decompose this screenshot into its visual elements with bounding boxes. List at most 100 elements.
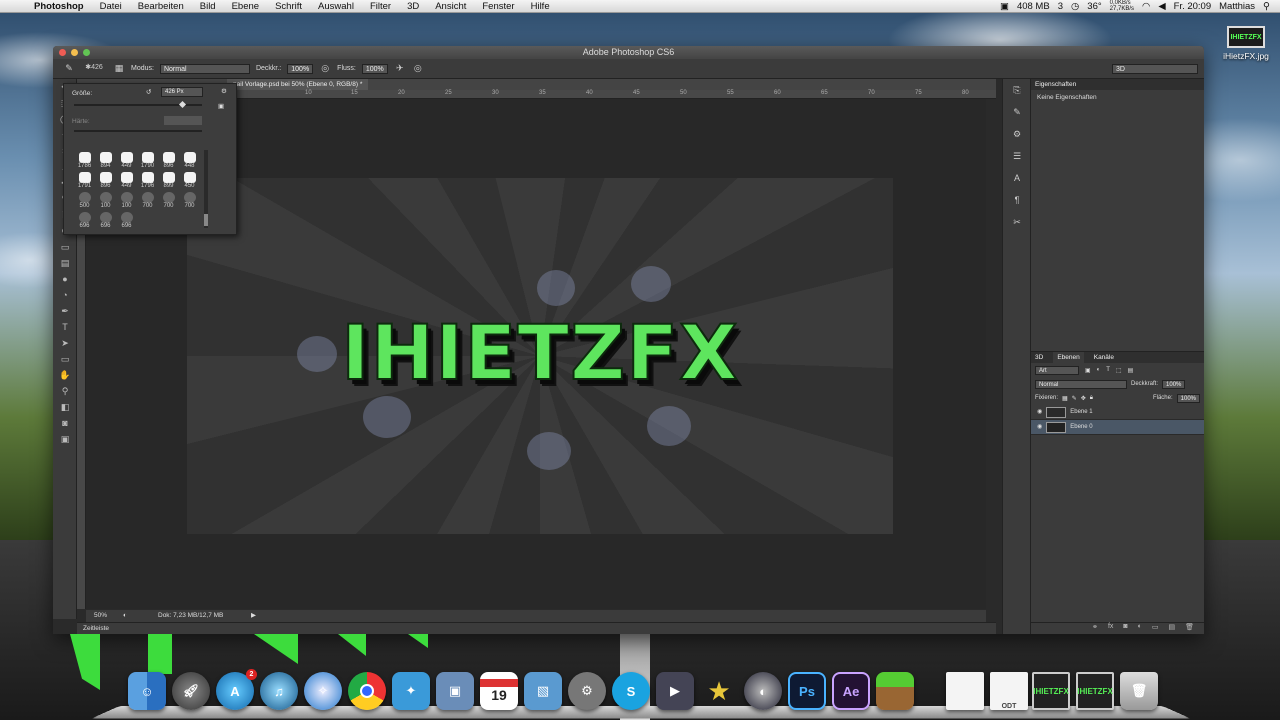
screen-mode-icon[interactable]: ▣ bbox=[53, 431, 77, 447]
gradient-tool-icon[interactable]: ▤ bbox=[53, 255, 77, 271]
zoom-button[interactable] bbox=[83, 49, 90, 56]
window-titlebar[interactable]: Adobe Photoshop CS6 bbox=[53, 46, 1204, 59]
imovie-star-icon[interactable]: ★ bbox=[700, 672, 738, 710]
brush-panel-toggle-icon[interactable]: ▦ bbox=[113, 63, 125, 75]
filter-smart-icon[interactable]: ▤ bbox=[1128, 367, 1134, 374]
type-tool-icon[interactable]: T bbox=[53, 319, 77, 335]
new-layer-icon[interactable]: ▤ bbox=[1168, 623, 1175, 634]
character-panel-icon[interactable]: A bbox=[1003, 167, 1031, 189]
quick-mask-icon[interactable]: ◙ bbox=[53, 415, 77, 431]
document-tab[interactable]: nail Vorlage.psd bei 50% (Ebene 0, RGB/8… bbox=[227, 79, 369, 90]
mode-select[interactable]: Normal bbox=[159, 63, 250, 74]
shape-tool-icon[interactable]: ▭ bbox=[53, 351, 77, 367]
pressure-size-icon[interactable]: ◎ bbox=[412, 63, 424, 75]
menu-3d[interactable]: 3D bbox=[399, 1, 427, 12]
zoom-level[interactable]: 50% bbox=[94, 610, 107, 622]
safari-icon[interactable]: ✧ bbox=[304, 672, 342, 710]
filter-type-icon[interactable]: T bbox=[1106, 367, 1110, 373]
panel-gear-icon[interactable]: ⚙ bbox=[221, 87, 227, 95]
pressure-opacity-icon[interactable]: ◎ bbox=[319, 63, 331, 75]
temperature[interactable]: 36° bbox=[1087, 1, 1101, 12]
network-stats[interactable]: 0,0KB/s 27,7KB/s bbox=[1110, 0, 1134, 12]
wifi-icon[interactable]: ◠ bbox=[1142, 1, 1150, 12]
brush-tip[interactable]: 100 bbox=[95, 192, 116, 209]
clock[interactable]: Fr. 20:09 bbox=[1174, 1, 1212, 12]
preview-icon[interactable]: ▣ bbox=[436, 672, 474, 710]
brush-tip[interactable]: 899 bbox=[158, 172, 179, 189]
menu-fenster[interactable]: Fenster bbox=[474, 1, 522, 12]
brush-tip[interactable]: 700 bbox=[137, 192, 158, 209]
document-icon[interactable] bbox=[946, 672, 984, 710]
chrome-icon[interactable] bbox=[348, 672, 386, 710]
status-info-icon[interactable]: ◐ bbox=[123, 610, 127, 622]
history-panel-icon[interactable]: ⎘ bbox=[1003, 79, 1031, 101]
apps-count[interactable]: 3 bbox=[1058, 1, 1063, 12]
trash-icon[interactable]: 🗑︎ bbox=[1120, 672, 1158, 710]
menu-bild[interactable]: Bild bbox=[192, 1, 224, 12]
brush-preset-picker[interactable]: ✱426 bbox=[81, 63, 107, 75]
minimize-button[interactable] bbox=[71, 49, 78, 56]
delete-layer-icon[interactable]: 🗑︎ bbox=[1185, 623, 1194, 634]
reset-size-icon[interactable]: ↺ bbox=[146, 88, 151, 96]
finder-icon[interactable]: ☺ bbox=[128, 672, 166, 710]
size-field[interactable]: 426 Px bbox=[161, 87, 203, 97]
scrollbar-thumb[interactable] bbox=[204, 214, 208, 226]
lock-move-icon[interactable]: ✥ bbox=[1081, 395, 1086, 402]
app-menu[interactable]: Photoshop bbox=[26, 1, 92, 12]
iphoto-icon[interactable]: ▧ bbox=[524, 672, 562, 710]
brush-tip[interactable]: 1796 bbox=[137, 172, 158, 189]
photoshop-dock-icon[interactable]: Ps bbox=[788, 672, 826, 710]
artboard[interactable]: IHIETZFX bbox=[187, 178, 893, 534]
size-slider-thumb[interactable] bbox=[178, 100, 187, 109]
volume-icon[interactable]: ◀ bbox=[1158, 1, 1165, 12]
lock-all-icon[interactable]: 🔒︎ bbox=[1090, 395, 1093, 402]
zoom-tool-icon[interactable]: ⚲ bbox=[53, 383, 77, 399]
itunes-icon[interactable]: ♫ bbox=[260, 672, 298, 710]
layer-row-selected[interactable]: ◉ Ebene 0 bbox=[1031, 420, 1204, 435]
color-swatches-icon[interactable]: ◧ bbox=[53, 399, 77, 415]
brush-tip[interactable]: 500 bbox=[74, 192, 95, 209]
brush-tip[interactable]: 1791 bbox=[74, 172, 95, 189]
brush-tip[interactable]: 896 bbox=[95, 172, 116, 189]
brush-tip[interactable]: 700 bbox=[158, 192, 179, 209]
new-preset-icon[interactable]: ▣ bbox=[218, 102, 224, 110]
properties-title[interactable]: Eigenschaften bbox=[1035, 79, 1076, 90]
tab-ebenen[interactable]: Ebenen bbox=[1053, 352, 1084, 363]
brush-tip[interactable]: 894 bbox=[95, 152, 116, 169]
workspace-select[interactable]: 3D bbox=[1112, 63, 1198, 74]
imovie-icon[interactable]: ▶ bbox=[656, 672, 694, 710]
brush-tip[interactable]: 700 bbox=[179, 192, 200, 209]
menu-datei[interactable]: Datei bbox=[92, 1, 130, 12]
brush-tip[interactable]: 696 bbox=[74, 212, 95, 229]
blur-tool-icon[interactable]: ● bbox=[53, 271, 77, 287]
filter-pixel-icon[interactable]: ▣ bbox=[1085, 367, 1091, 374]
dodge-tool-icon[interactable]: ◔ bbox=[53, 287, 77, 303]
menu-filter[interactable]: Filter bbox=[362, 1, 399, 12]
brush-tip[interactable]: 1790 bbox=[137, 152, 158, 169]
ihietzfx-image-icon[interactable]: IHIETZFX bbox=[1076, 672, 1114, 710]
pen-tool-icon[interactable]: ✒ bbox=[53, 303, 77, 319]
menu-ebene[interactable]: Ebene bbox=[224, 1, 267, 12]
menu-schrift[interactable]: Schrift bbox=[267, 1, 310, 12]
filter-adjust-icon[interactable]: ◐ bbox=[1097, 367, 1101, 373]
tool-presets-icon[interactable]: ✂ bbox=[1003, 211, 1031, 233]
minecraft-icon[interactable] bbox=[876, 672, 914, 710]
calendar-icon[interactable]: 19 bbox=[480, 672, 518, 710]
visibility-eye-icon[interactable]: ◉ bbox=[1037, 420, 1042, 435]
brush-tip[interactable]: 449 bbox=[116, 152, 137, 169]
user-menu[interactable]: Matthias bbox=[1219, 1, 1255, 12]
adjustment-layer-icon[interactable]: ◐ bbox=[1138, 623, 1142, 634]
blend-mode-select[interactable]: Normal bbox=[1035, 379, 1127, 389]
flow-field[interactable]: 100% bbox=[361, 63, 388, 74]
memory-icon[interactable]: ▣ bbox=[1000, 1, 1009, 12]
visibility-eye-icon[interactable]: ◉ bbox=[1037, 405, 1042, 420]
status-menu-arrow-icon[interactable]: ▶ bbox=[251, 610, 256, 622]
brush-tip[interactable]: 448 bbox=[179, 152, 200, 169]
layer-filter-select[interactable]: Art bbox=[1035, 365, 1079, 375]
timeline-label[interactable]: Zeitleiste bbox=[83, 625, 109, 632]
add-mask-icon[interactable]: ◙ bbox=[1123, 623, 1127, 634]
menu-auswahl[interactable]: Auswahl bbox=[310, 1, 362, 12]
brush-tool-icon[interactable]: ✎ bbox=[63, 63, 75, 75]
spotlight-icon[interactable]: ⚲ bbox=[1263, 1, 1270, 12]
memory-status[interactable]: 408 MB bbox=[1017, 1, 1050, 12]
